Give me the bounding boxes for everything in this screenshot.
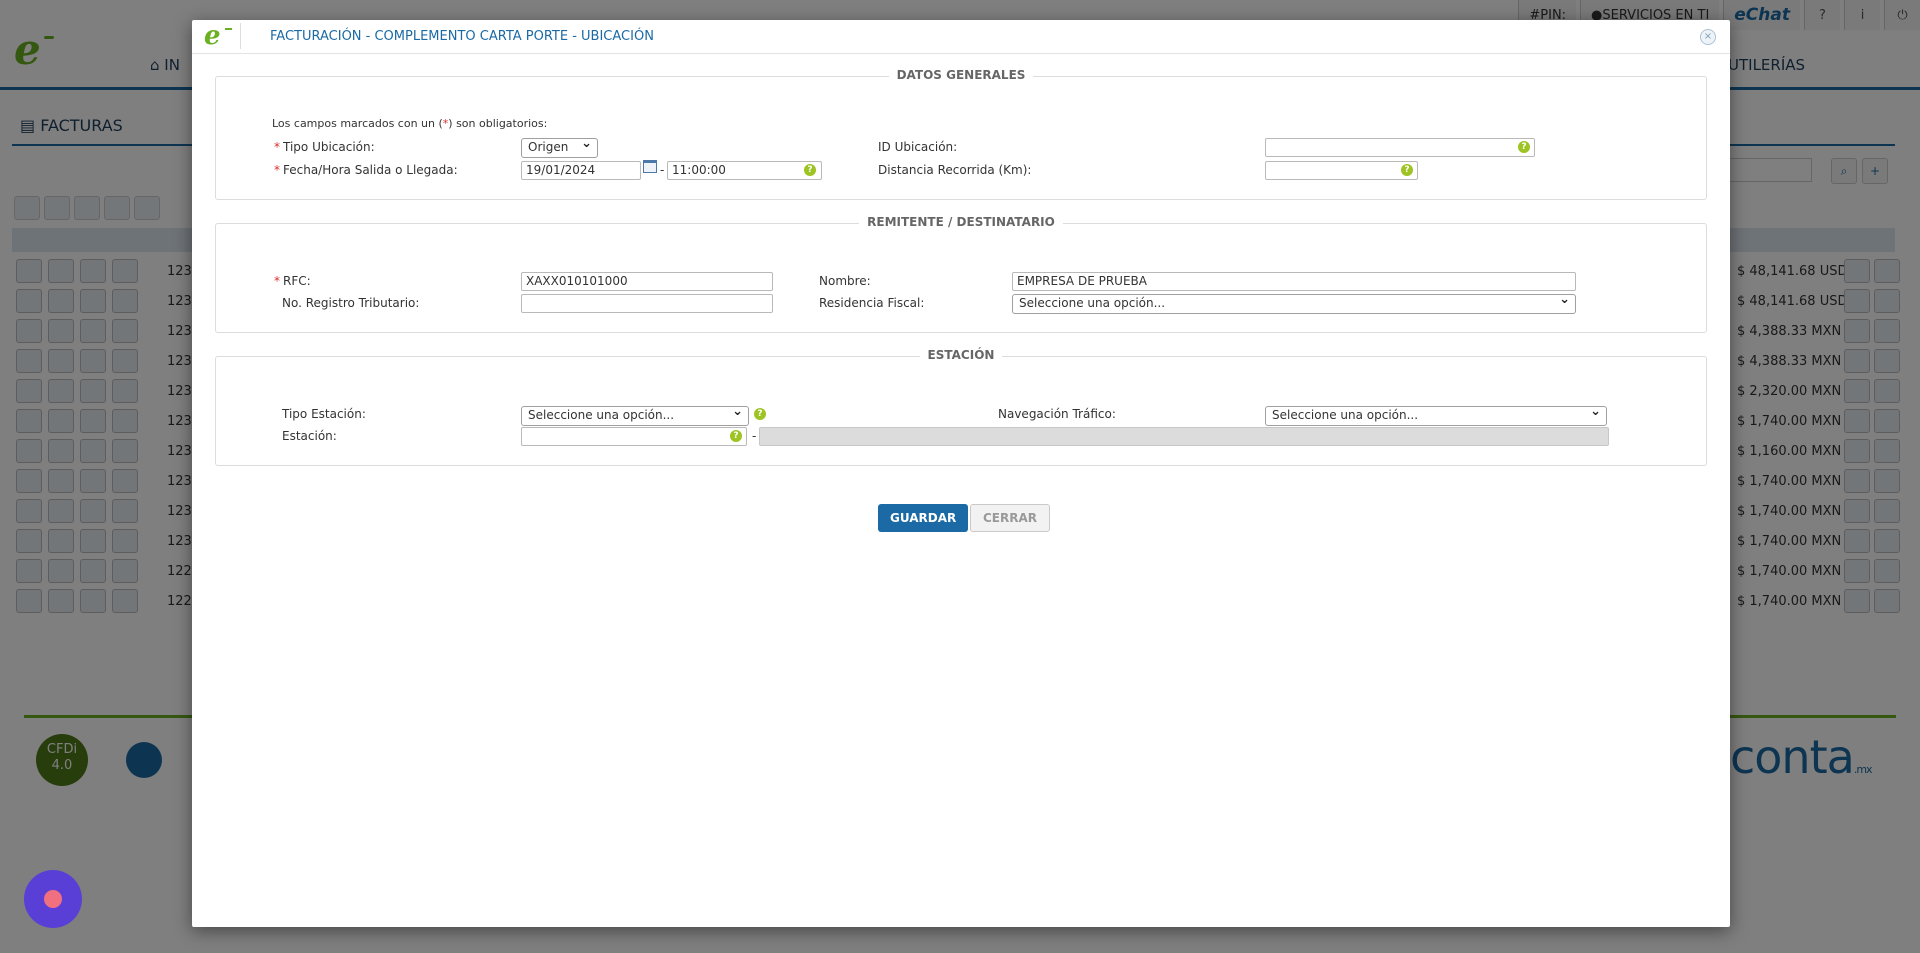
date-time-separator: - [660, 163, 665, 177]
registro-tributario-input[interactable] [521, 294, 773, 313]
modal-title: FACTURACIÓN - COMPLEMENTO CARTA PORTE - … [270, 29, 654, 44]
section-title-datos-generales: DATOS GENERALES [888, 68, 1034, 82]
section-title-estacion: ESTACIÓN [919, 348, 1003, 362]
tipo-estacion-help-icon[interactable]: ? [754, 408, 766, 420]
navegacion-trafico-select[interactable]: Seleccione una opción... [1265, 404, 1607, 426]
ubicacion-modal: e FACTURACIÓN - COMPLEMENTO CARTA PORTE … [192, 20, 1730, 927]
modal-logo: e [204, 20, 232, 52]
rfc-label: * RFC: [274, 274, 311, 288]
residencia-fiscal-label: Residencia Fiscal: [819, 296, 925, 310]
distancia-help-icon[interactable]: ? [1401, 164, 1413, 176]
header-separator [240, 23, 241, 49]
hora-help-icon[interactable]: ? [804, 164, 816, 176]
registro-tributario-label: No. Registro Tributario: [282, 296, 420, 310]
tipo-estacion-select[interactable]: Seleccione una opción... [521, 404, 749, 426]
estacion-label: Estación: [282, 429, 337, 443]
chat-widget-icon[interactable] [24, 870, 82, 928]
tipo-estacion-label: Tipo Estación: [282, 407, 366, 421]
id-ubicacion-label: ID Ubicación: [878, 140, 958, 154]
id-ubicacion-help-icon[interactable]: ? [1518, 141, 1530, 153]
tipo-ubicacion-select[interactable]: Origen [521, 136, 598, 158]
section-datos-generales: DATOS GENERALES Los campos marcados con … [215, 68, 1707, 200]
tipo-ubicacion-label: * Tipo Ubicación: [274, 140, 375, 154]
section-title-remitente: REMITENTE / DESTINATARIO [859, 215, 1063, 229]
distancia-label: Distancia Recorrida (Km): [878, 163, 1032, 177]
hora-input[interactable]: 11:00:00 [667, 161, 822, 180]
close-icon[interactable]: × [1700, 29, 1716, 45]
navegacion-trafico-label: Navegación Tráfico: [998, 407, 1116, 421]
fecha-input[interactable]: 19/01/2024 [521, 161, 641, 180]
rfc-input[interactable]: XAXX010101000 [521, 272, 773, 291]
id-ubicacion-input[interactable] [1265, 138, 1535, 157]
modal-header: e FACTURACIÓN - COMPLEMENTO CARTA PORTE … [192, 20, 1730, 54]
cerrar-button[interactable]: CERRAR [970, 504, 1051, 532]
residencia-fiscal-select[interactable]: Seleccione una opción... [1012, 292, 1576, 314]
nombre-input[interactable]: EMPRESA DE PRUEBA [1012, 272, 1576, 291]
calendar-icon[interactable] [643, 160, 657, 173]
estacion-help-icon[interactable]: ? [730, 430, 742, 442]
fecha-hora-label: * Fecha/Hora Salida o Llegada: [274, 163, 458, 177]
estacion-separator: - [752, 429, 757, 443]
estacion-description-field [759, 427, 1609, 446]
required-fields-note: Los campos marcados con un (*) son oblig… [272, 117, 548, 130]
guardar-button[interactable]: GUARDAR [878, 504, 969, 532]
distancia-input[interactable] [1265, 161, 1418, 180]
section-remitente-destinatario: REMITENTE / DESTINATARIO * RFC: XAXX01010… [215, 215, 1707, 333]
section-estacion: ESTACIÓN Tipo Estación: Seleccione una o… [215, 348, 1707, 466]
nombre-label: Nombre: [819, 274, 871, 288]
estacion-input[interactable] [521, 427, 747, 446]
